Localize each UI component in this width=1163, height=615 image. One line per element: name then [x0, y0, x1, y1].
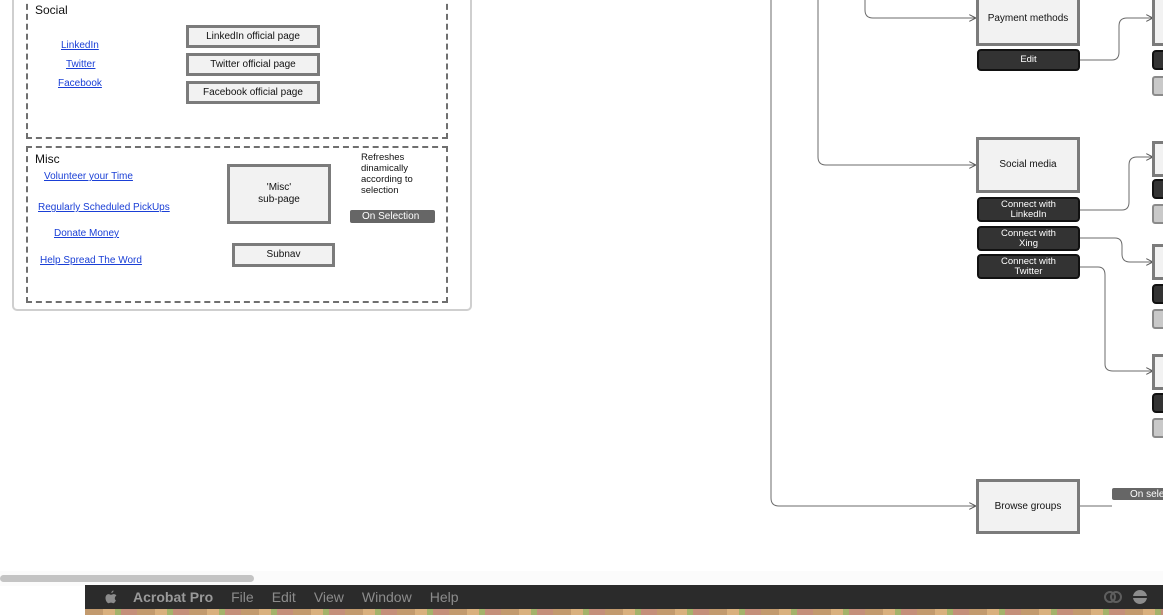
- clipped-gray-button-1: [1152, 76, 1163, 96]
- clipped-dark-button-1: [1152, 50, 1163, 70]
- edit-button[interactable]: Edit: [977, 49, 1080, 71]
- twitter-link[interactable]: Twitter: [66, 59, 95, 70]
- app-menu[interactable]: Acrobat Pro: [133, 589, 213, 605]
- on-selection-tag: On Selection: [350, 210, 435, 223]
- connect-linkedin-label: Connect with LinkedIn: [1001, 199, 1056, 220]
- clipped-box-3: [1152, 244, 1163, 280]
- menu-bar: Acrobat Pro File Edit View Window Help: [85, 585, 1163, 609]
- browse-groups-box[interactable]: Browse groups: [976, 479, 1080, 534]
- menu-window[interactable]: Window: [362, 589, 412, 605]
- clipped-gray-button-4: [1152, 418, 1163, 438]
- desktop-corner: [0, 609, 85, 615]
- donate-link[interactable]: Donate Money: [54, 228, 119, 239]
- misc-subpage-box[interactable]: 'Misc' sub-page: [227, 164, 331, 224]
- status-menu-icon[interactable]: [1132, 589, 1148, 605]
- volunteer-link[interactable]: Volunteer your Time: [44, 171, 133, 182]
- creative-cloud-icon[interactable]: [1104, 589, 1122, 605]
- clipped-box-1: [1152, 0, 1163, 46]
- misc-section-title: Misc: [35, 152, 60, 166]
- on-select-tag: On sele: [1112, 488, 1163, 500]
- menu-view[interactable]: View: [314, 589, 344, 605]
- connect-twitter-label: Connect with Twitter: [1001, 256, 1056, 277]
- clipped-dark-button-4: [1152, 393, 1163, 413]
- spread-word-link[interactable]: Help Spread The Word: [40, 255, 142, 266]
- desktop-wallpaper-strip: [85, 609, 1163, 615]
- subnav-box[interactable]: Subnav: [232, 243, 335, 267]
- linkedin-official-page-box[interactable]: LinkedIn official page: [186, 25, 320, 48]
- connect-xing-label: Connect with Xing: [1001, 228, 1056, 249]
- connect-xing-button[interactable]: Connect with Xing: [977, 226, 1080, 251]
- clipped-dark-button-2: [1152, 179, 1163, 199]
- facebook-link[interactable]: Facebook: [58, 78, 102, 89]
- pickups-link[interactable]: Regularly Scheduled PickUps: [38, 202, 170, 213]
- connect-twitter-button[interactable]: Connect with Twitter: [977, 254, 1080, 279]
- connect-linkedin-button[interactable]: Connect with LinkedIn: [977, 197, 1080, 222]
- menu-edit[interactable]: Edit: [272, 589, 296, 605]
- refresh-note: Refreshes dinamically according to selec…: [361, 152, 413, 196]
- horizontal-scrollbar-thumb[interactable]: [0, 575, 254, 582]
- clipped-gray-button-2: [1152, 204, 1163, 224]
- menu-file[interactable]: File: [231, 589, 254, 605]
- payment-methods-box[interactable]: Payment methods: [976, 0, 1080, 46]
- menu-help[interactable]: Help: [430, 589, 459, 605]
- clipped-box-4: [1152, 354, 1163, 390]
- facebook-official-page-box[interactable]: Facebook official page: [186, 81, 320, 104]
- clipped-dark-button-3: [1152, 284, 1163, 304]
- misc-subpage-label: 'Misc' sub-page: [258, 182, 300, 205]
- clipped-gray-button-3: [1152, 309, 1163, 329]
- twitter-official-page-box[interactable]: Twitter official page: [186, 53, 320, 76]
- social-section-title: Social: [35, 3, 68, 17]
- social-media-box[interactable]: Social media: [976, 137, 1080, 193]
- linkedin-link[interactable]: LinkedIn: [61, 40, 99, 51]
- clipped-box-2: [1152, 141, 1163, 177]
- apple-icon[interactable]: [105, 590, 117, 604]
